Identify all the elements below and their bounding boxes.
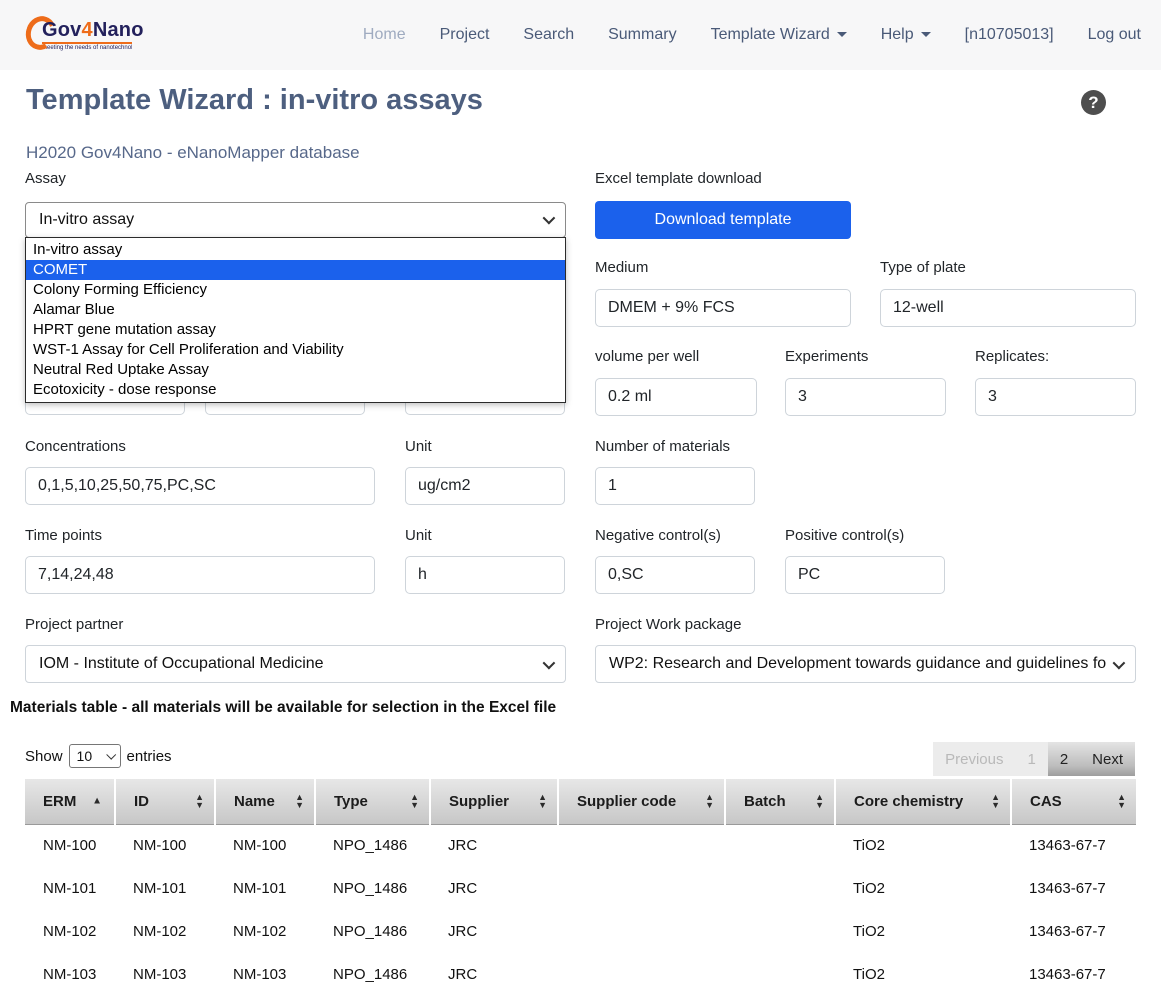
nav-search[interactable]: Search — [523, 26, 574, 44]
col-header-cas[interactable]: CAS▲▼ — [1011, 779, 1136, 824]
nav-help[interactable]: Help — [881, 26, 931, 44]
col-header-id[interactable]: ID▲▼ — [115, 779, 215, 824]
medium-label: Medium — [595, 259, 648, 276]
col-header-supplier-code[interactable]: Supplier code▲▼ — [558, 779, 725, 824]
assay-option[interactable]: Colony Forming Efficiency — [26, 280, 565, 300]
sort-icon: ▲▼ — [1117, 793, 1126, 809]
main-nav: Home Project Search Summary Template Wiz… — [363, 26, 1141, 44]
col-header-erm[interactable]: ERM▲ — [25, 779, 115, 824]
assay-select[interactable]: In-vitro assay — [25, 202, 566, 238]
partner-label: Project partner — [25, 616, 123, 633]
pagination-page-2-current[interactable]: 2 — [1048, 742, 1080, 776]
time-points-label: Time points — [25, 527, 102, 544]
chevron-down-icon — [106, 750, 116, 760]
assay-option[interactable]: Ecotoxicity - dose response — [26, 380, 565, 400]
navbar: Gov4Nano meeting the needs of nanotechno… — [0, 0, 1161, 70]
table-row[interactable]: NM-100NM-100NM-100NPO_1486JRCTiO213463-6… — [25, 824, 1136, 867]
conc-unit-label: Unit — [405, 438, 432, 455]
logo-text: Gov4Nano — [42, 20, 144, 40]
assay-label: Assay — [25, 170, 66, 187]
replicates-label: Replicates: — [975, 348, 1049, 365]
database-subtitle: H2020 Gov4Nano - eNanoMapper database — [26, 143, 360, 163]
table-row[interactable]: NM-103NM-103NM-103NPO_1486JRCTiO213463-6… — [25, 953, 1136, 996]
sort-asc-icon: ▲ — [92, 796, 102, 807]
sort-icon: ▲▼ — [410, 793, 419, 809]
nav-project[interactable]: Project — [440, 26, 490, 44]
nav-summary[interactable]: Summary — [608, 26, 676, 44]
assay-option[interactable]: WST-1 Assay for Cell Proliferation and V… — [26, 340, 565, 360]
replicates-input[interactable] — [975, 378, 1136, 416]
chevron-down-icon — [921, 32, 931, 37]
plate-input[interactable] — [880, 289, 1136, 327]
neg-control-label: Negative control(s) — [595, 527, 721, 544]
col-header-supplier[interactable]: Supplier▲▼ — [430, 779, 558, 824]
show-entries-control: Show 10 entries — [25, 744, 172, 768]
col-header-name[interactable]: Name▲▼ — [215, 779, 315, 824]
materials-count-label: Number of materials — [595, 438, 730, 455]
logo-tagline: meeting the needs of nanotechnology — [42, 42, 132, 51]
pos-control-label: Positive control(s) — [785, 527, 904, 544]
pagination-previous[interactable]: Previous — [933, 742, 1015, 776]
page-size-select[interactable]: 10 — [69, 744, 121, 768]
gov4nano-logo[interactable]: Gov4Nano meeting the needs of nanotechno… — [28, 20, 144, 51]
pagination: Previous 1 2 Next — [933, 742, 1135, 776]
col-header-type[interactable]: Type▲▼ — [315, 779, 430, 824]
nav-logout[interactable]: Log out — [1088, 26, 1141, 44]
col-header-batch[interactable]: Batch▲▼ — [725, 779, 835, 824]
show-label: Show — [25, 748, 63, 765]
work-package-label: Project Work package — [595, 616, 741, 633]
assay-option[interactable]: HPRT gene mutation assay — [26, 320, 565, 340]
pagination-next[interactable]: Next — [1080, 742, 1135, 776]
time-unit-label: Unit — [405, 527, 432, 544]
chevron-down-icon — [1113, 657, 1126, 670]
time-points-input[interactable] — [25, 556, 375, 594]
sort-icon: ▲▼ — [815, 793, 824, 809]
medium-input[interactable] — [595, 289, 851, 327]
materials-table-heading: Materials table - all materials will be … — [10, 699, 556, 717]
nav-username[interactable]: [n10705013] — [965, 26, 1054, 44]
volume-label: volume per well — [595, 348, 699, 365]
concentrations-input[interactable] — [25, 467, 375, 505]
materials-table: ERM▲ ID▲▼ Name▲▼ Type▲▼ Supplier▲▼ Suppl… — [25, 779, 1136, 996]
assay-dropdown-list: In-vitro assay COMET Colony Forming Effi… — [25, 237, 566, 403]
partner-select[interactable]: IOM - Institute of Occupational Medicine — [25, 645, 566, 683]
page-title: Template Wizard : in-vitro assays — [26, 84, 483, 117]
conc-unit-input[interactable] — [405, 467, 565, 505]
materials-count-input[interactable] — [595, 467, 755, 505]
time-unit-input[interactable] — [405, 556, 565, 594]
help-icon[interactable]: ? — [1081, 90, 1106, 115]
excel-download-label: Excel template download — [595, 170, 762, 187]
sort-icon: ▲▼ — [538, 793, 547, 809]
sort-icon: ▲▼ — [991, 793, 1000, 809]
pos-control-input[interactable] — [785, 556, 945, 594]
chevron-down-icon — [543, 212, 556, 225]
experiments-input[interactable] — [785, 378, 946, 416]
table-header-row: ERM▲ ID▲▼ Name▲▼ Type▲▼ Supplier▲▼ Suppl… — [25, 779, 1136, 824]
assay-option[interactable]: Neutral Red Uptake Assay — [26, 360, 565, 380]
table-row[interactable]: NM-101NM-101NM-101NPO_1486JRCTiO213463-6… — [25, 867, 1136, 910]
work-package-select[interactable]: WP2: Research and Development towards gu… — [595, 645, 1136, 683]
nav-home[interactable]: Home — [363, 26, 406, 44]
sort-icon: ▲▼ — [195, 793, 204, 809]
table-row[interactable]: NM-102NM-102NM-102NPO_1486JRCTiO213463-6… — [25, 910, 1136, 953]
experiments-label: Experiments — [785, 348, 868, 365]
sort-icon: ▲▼ — [705, 793, 714, 809]
pagination-page-1[interactable]: 1 — [1015, 742, 1047, 776]
assay-option[interactable]: Alamar Blue — [26, 300, 565, 320]
neg-control-input[interactable] — [595, 556, 755, 594]
nav-template-wizard[interactable]: Template Wizard — [711, 26, 847, 44]
plate-label: Type of plate — [880, 259, 966, 276]
col-header-core-chemistry[interactable]: Core chemistry▲▼ — [835, 779, 1011, 824]
assay-option[interactable]: In-vitro assay — [26, 240, 565, 260]
sort-icon: ▲▼ — [295, 793, 304, 809]
chevron-down-icon — [837, 32, 847, 37]
download-template-button[interactable]: Download template — [595, 201, 851, 239]
assay-option-highlighted[interactable]: COMET — [26, 260, 565, 280]
entries-label: entries — [127, 748, 172, 765]
concentrations-label: Concentrations — [25, 438, 126, 455]
volume-input[interactable] — [595, 378, 757, 416]
chevron-down-icon — [543, 657, 556, 670]
page: Gov4Nano meeting the needs of nanotechno… — [0, 0, 1161, 998]
